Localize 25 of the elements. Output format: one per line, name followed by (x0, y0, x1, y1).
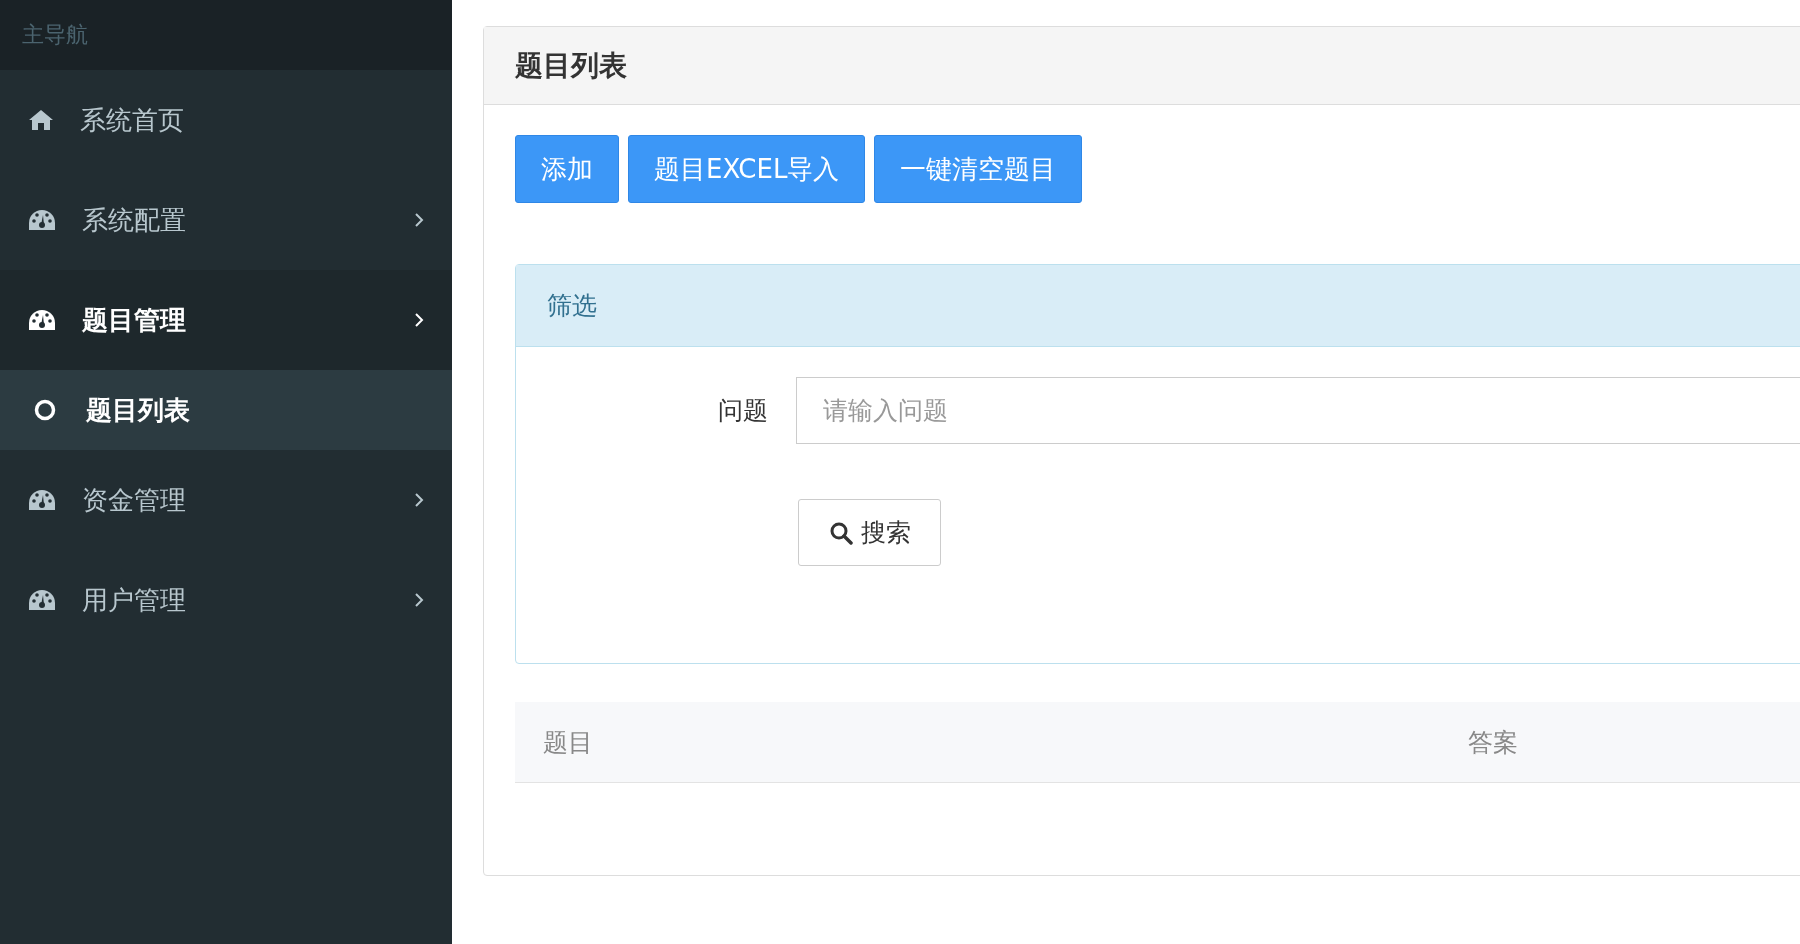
column-header: 题目 (542, 726, 594, 759)
panel-title: 题目列表 (515, 47, 627, 84)
nav-item[interactable]: 资金管理 (0, 450, 452, 550)
nav-item[interactable]: 用户管理 (0, 550, 452, 650)
nav-item[interactable]: 系统配置 (0, 170, 452, 270)
search-button[interactable]: 搜索 (798, 499, 941, 566)
nav-subitem[interactable]: 题目列表 (0, 370, 452, 450)
search-icon (828, 520, 853, 545)
chevron-right-icon (414, 212, 424, 228)
question-input[interactable]: 请输入问题 (795, 377, 1800, 444)
circle-icon (34, 399, 56, 421)
dashboard-icon (28, 489, 56, 511)
column-header: 答案 (1467, 726, 1519, 759)
sidebar-title: 主导航 (22, 21, 88, 49)
chevron-right-icon (414, 592, 424, 608)
nav-item[interactable]: 题目管理 (0, 270, 452, 370)
chevron-right-icon (414, 492, 424, 508)
home-icon (28, 109, 54, 131)
field-label: 问题 (716, 395, 769, 427)
filter-title: 筛选 (547, 290, 597, 322)
dashboard-icon (28, 309, 56, 331)
dashboard-icon (28, 209, 56, 231)
dashboard-icon (28, 589, 56, 611)
nav-item[interactable]: 系统首页 (0, 70, 452, 170)
chevron-right-icon (414, 312, 424, 328)
